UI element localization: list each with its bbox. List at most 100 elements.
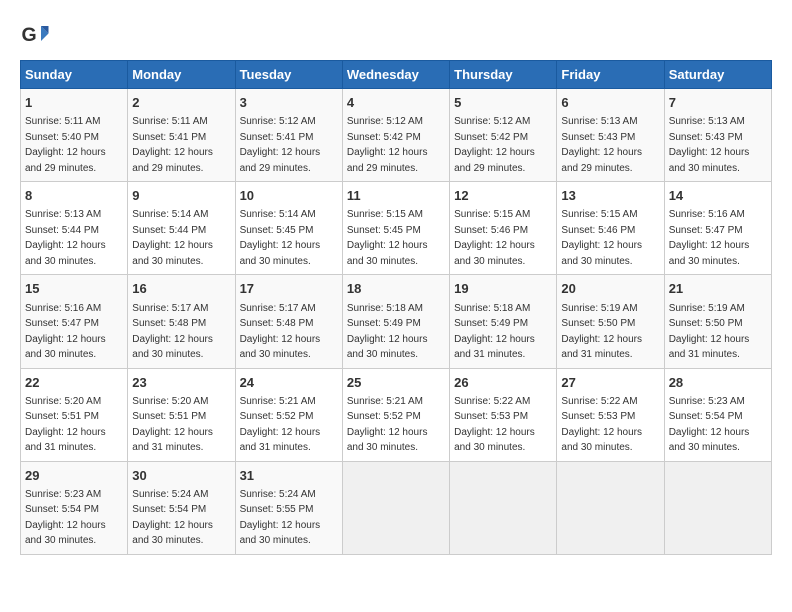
day-cell [450, 461, 557, 554]
day-cell: 2 Sunrise: 5:11 AMSunset: 5:41 PMDayligh… [128, 89, 235, 182]
day-cell [664, 461, 771, 554]
day-info: Sunrise: 5:14 AMSunset: 5:45 PMDaylight:… [240, 209, 321, 267]
day-info: Sunrise: 5:15 AMSunset: 5:46 PMDaylight:… [454, 209, 535, 267]
day-cell: 3 Sunrise: 5:12 AMSunset: 5:41 PMDayligh… [235, 89, 342, 182]
day-info: Sunrise: 5:17 AMSunset: 5:48 PMDaylight:… [132, 303, 213, 361]
day-cell: 21 Sunrise: 5:19 AMSunset: 5:50 PMDaylig… [664, 275, 771, 368]
day-cell: 24 Sunrise: 5:21 AMSunset: 5:52 PMDaylig… [235, 368, 342, 461]
header-day-thursday: Thursday [450, 61, 557, 89]
day-number: 13 [561, 187, 659, 205]
header-day-sunday: Sunday [21, 61, 128, 89]
day-number: 25 [347, 374, 445, 392]
day-info: Sunrise: 5:15 AMSunset: 5:46 PMDaylight:… [561, 209, 642, 267]
day-info: Sunrise: 5:21 AMSunset: 5:52 PMDaylight:… [347, 396, 428, 454]
day-number: 18 [347, 280, 445, 298]
day-cell: 12 Sunrise: 5:15 AMSunset: 5:46 PMDaylig… [450, 182, 557, 275]
day-cell: 26 Sunrise: 5:22 AMSunset: 5:53 PMDaylig… [450, 368, 557, 461]
day-number: 11 [347, 187, 445, 205]
day-info: Sunrise: 5:23 AMSunset: 5:54 PMDaylight:… [25, 489, 106, 547]
week-row-1: 1 Sunrise: 5:11 AMSunset: 5:40 PMDayligh… [21, 89, 772, 182]
day-number: 27 [561, 374, 659, 392]
logo: G [20, 20, 56, 50]
day-number: 22 [25, 374, 123, 392]
day-info: Sunrise: 5:22 AMSunset: 5:53 PMDaylight:… [561, 396, 642, 454]
day-info: Sunrise: 5:12 AMSunset: 5:41 PMDaylight:… [240, 116, 321, 174]
day-number: 9 [132, 187, 230, 205]
day-info: Sunrise: 5:15 AMSunset: 5:45 PMDaylight:… [347, 209, 428, 267]
day-cell: 25 Sunrise: 5:21 AMSunset: 5:52 PMDaylig… [342, 368, 449, 461]
day-number: 28 [669, 374, 767, 392]
day-number: 14 [669, 187, 767, 205]
week-row-5: 29 Sunrise: 5:23 AMSunset: 5:54 PMDaylig… [21, 461, 772, 554]
day-cell: 17 Sunrise: 5:17 AMSunset: 5:48 PMDaylig… [235, 275, 342, 368]
day-cell: 13 Sunrise: 5:15 AMSunset: 5:46 PMDaylig… [557, 182, 664, 275]
day-info: Sunrise: 5:16 AMSunset: 5:47 PMDaylight:… [669, 209, 750, 267]
header-day-saturday: Saturday [664, 61, 771, 89]
day-info: Sunrise: 5:24 AMSunset: 5:55 PMDaylight:… [240, 489, 321, 547]
svg-text:G: G [22, 24, 37, 46]
header-day-friday: Friday [557, 61, 664, 89]
day-cell: 28 Sunrise: 5:23 AMSunset: 5:54 PMDaylig… [664, 368, 771, 461]
day-cell: 10 Sunrise: 5:14 AMSunset: 5:45 PMDaylig… [235, 182, 342, 275]
day-cell [342, 461, 449, 554]
day-cell: 29 Sunrise: 5:23 AMSunset: 5:54 PMDaylig… [21, 461, 128, 554]
logo-icon: G [20, 20, 50, 50]
day-number: 1 [25, 94, 123, 112]
day-number: 3 [240, 94, 338, 112]
day-info: Sunrise: 5:12 AMSunset: 5:42 PMDaylight:… [454, 116, 535, 174]
day-cell: 18 Sunrise: 5:18 AMSunset: 5:49 PMDaylig… [342, 275, 449, 368]
day-info: Sunrise: 5:11 AMSunset: 5:40 PMDaylight:… [25, 116, 106, 174]
day-cell: 15 Sunrise: 5:16 AMSunset: 5:47 PMDaylig… [21, 275, 128, 368]
day-cell: 27 Sunrise: 5:22 AMSunset: 5:53 PMDaylig… [557, 368, 664, 461]
day-number: 15 [25, 280, 123, 298]
day-number: 21 [669, 280, 767, 298]
day-number: 8 [25, 187, 123, 205]
day-cell: 6 Sunrise: 5:13 AMSunset: 5:43 PMDayligh… [557, 89, 664, 182]
header-day-wednesday: Wednesday [342, 61, 449, 89]
day-info: Sunrise: 5:24 AMSunset: 5:54 PMDaylight:… [132, 489, 213, 547]
day-cell [557, 461, 664, 554]
day-number: 7 [669, 94, 767, 112]
day-cell: 20 Sunrise: 5:19 AMSunset: 5:50 PMDaylig… [557, 275, 664, 368]
day-info: Sunrise: 5:23 AMSunset: 5:54 PMDaylight:… [669, 396, 750, 454]
day-cell: 22 Sunrise: 5:20 AMSunset: 5:51 PMDaylig… [21, 368, 128, 461]
header-day-tuesday: Tuesday [235, 61, 342, 89]
day-info: Sunrise: 5:22 AMSunset: 5:53 PMDaylight:… [454, 396, 535, 454]
day-info: Sunrise: 5:17 AMSunset: 5:48 PMDaylight:… [240, 303, 321, 361]
day-cell: 8 Sunrise: 5:13 AMSunset: 5:44 PMDayligh… [21, 182, 128, 275]
page-header: G [20, 20, 772, 50]
day-info: Sunrise: 5:11 AMSunset: 5:41 PMDaylight:… [132, 116, 213, 174]
day-cell: 7 Sunrise: 5:13 AMSunset: 5:43 PMDayligh… [664, 89, 771, 182]
day-number: 12 [454, 187, 552, 205]
week-row-3: 15 Sunrise: 5:16 AMSunset: 5:47 PMDaylig… [21, 275, 772, 368]
day-cell: 16 Sunrise: 5:17 AMSunset: 5:48 PMDaylig… [128, 275, 235, 368]
day-number: 20 [561, 280, 659, 298]
day-info: Sunrise: 5:13 AMSunset: 5:44 PMDaylight:… [25, 209, 106, 267]
day-cell: 19 Sunrise: 5:18 AMSunset: 5:49 PMDaylig… [450, 275, 557, 368]
day-number: 30 [132, 467, 230, 485]
week-row-4: 22 Sunrise: 5:20 AMSunset: 5:51 PMDaylig… [21, 368, 772, 461]
day-number: 24 [240, 374, 338, 392]
header-row: SundayMondayTuesdayWednesdayThursdayFrid… [21, 61, 772, 89]
day-number: 5 [454, 94, 552, 112]
day-info: Sunrise: 5:12 AMSunset: 5:42 PMDaylight:… [347, 116, 428, 174]
calendar-body: 1 Sunrise: 5:11 AMSunset: 5:40 PMDayligh… [21, 89, 772, 555]
day-number: 2 [132, 94, 230, 112]
day-number: 17 [240, 280, 338, 298]
day-info: Sunrise: 5:19 AMSunset: 5:50 PMDaylight:… [669, 303, 750, 361]
calendar-table: SundayMondayTuesdayWednesdayThursdayFrid… [20, 60, 772, 555]
day-info: Sunrise: 5:13 AMSunset: 5:43 PMDaylight:… [561, 116, 642, 174]
day-info: Sunrise: 5:13 AMSunset: 5:43 PMDaylight:… [669, 116, 750, 174]
day-cell: 5 Sunrise: 5:12 AMSunset: 5:42 PMDayligh… [450, 89, 557, 182]
day-info: Sunrise: 5:20 AMSunset: 5:51 PMDaylight:… [132, 396, 213, 454]
day-number: 23 [132, 374, 230, 392]
day-cell: 9 Sunrise: 5:14 AMSunset: 5:44 PMDayligh… [128, 182, 235, 275]
day-number: 16 [132, 280, 230, 298]
day-number: 26 [454, 374, 552, 392]
day-info: Sunrise: 5:19 AMSunset: 5:50 PMDaylight:… [561, 303, 642, 361]
day-number: 31 [240, 467, 338, 485]
day-cell: 30 Sunrise: 5:24 AMSunset: 5:54 PMDaylig… [128, 461, 235, 554]
day-cell: 1 Sunrise: 5:11 AMSunset: 5:40 PMDayligh… [21, 89, 128, 182]
day-number: 10 [240, 187, 338, 205]
day-cell: 14 Sunrise: 5:16 AMSunset: 5:47 PMDaylig… [664, 182, 771, 275]
